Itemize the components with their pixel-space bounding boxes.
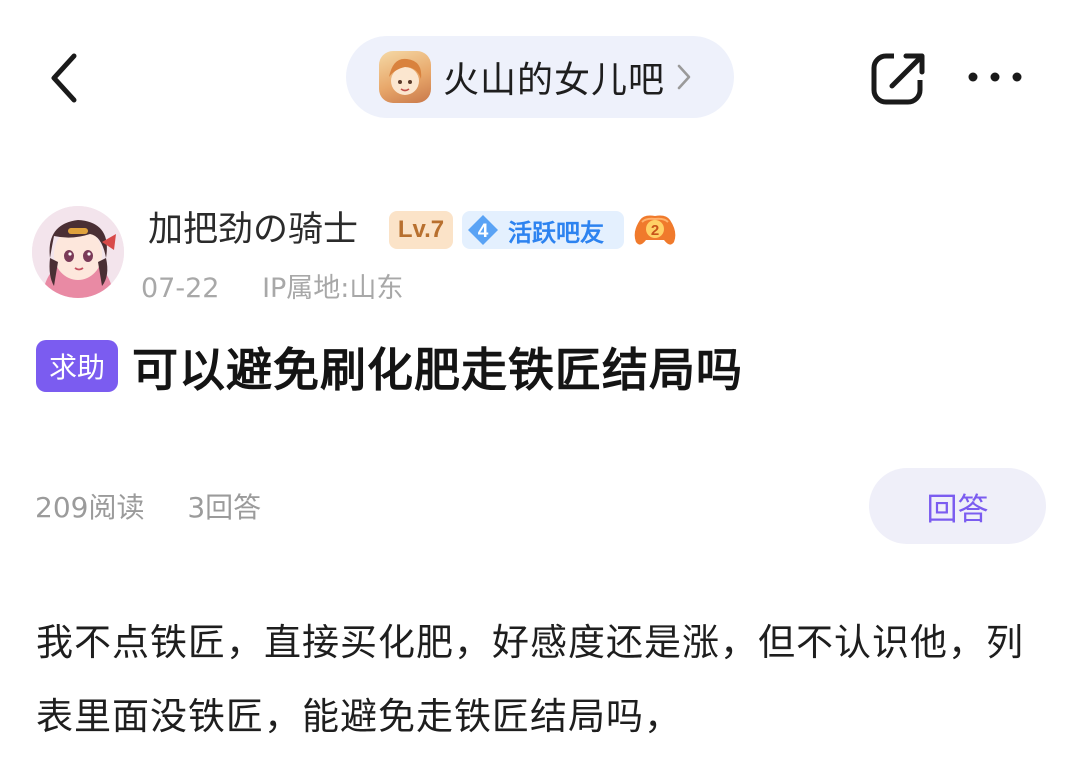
post-stats: 209阅读 3回答 [35, 486, 295, 526]
help-tag: 求助 [36, 340, 118, 392]
author-name[interactable]: 加把劲の骑士 [148, 206, 358, 254]
active-member-badge: 4 活跃吧友 [462, 211, 624, 249]
gamepad-badge-icon: 2 [634, 215, 676, 245]
forum-avatar [379, 51, 431, 103]
share-button[interactable] [870, 48, 928, 106]
chevron-right-icon [677, 64, 691, 90]
forum-name: 火山的女儿吧 [443, 60, 666, 101]
post-title: 可以避免刷化肥走铁匠结局吗 [132, 343, 743, 397]
more-icon [968, 72, 1022, 82]
diamond-icon: 4 [466, 213, 500, 247]
post-body: 我不点铁匠，直接买化肥，好感度还是涨，但不认识他，列表里面没铁匠，能避免走铁匠结… [36, 621, 1024, 738]
active-level: 4 [478, 221, 489, 242]
active-label: 活跃吧友 [508, 218, 604, 247]
answer-button[interactable]: 回答 [869, 468, 1046, 544]
ip-location: IP属地:山东 [262, 273, 404, 304]
forum-link[interactable]: 火山的女儿吧 [346, 36, 734, 118]
author-avatar[interactable] [32, 206, 124, 298]
view-count: 209阅读 [35, 491, 145, 524]
more-button[interactable] [966, 66, 1024, 88]
level-badge: Lv.7 [389, 211, 453, 249]
answer-count: 3回答 [187, 491, 262, 524]
share-icon [871, 50, 928, 105]
svg-text:2: 2 [651, 222, 659, 239]
post-meta: 07-22 IP属地:山东 [141, 266, 437, 305]
post-date: 07-22 [141, 273, 220, 304]
back-button[interactable] [44, 50, 84, 106]
chevron-left-icon [51, 53, 77, 103]
